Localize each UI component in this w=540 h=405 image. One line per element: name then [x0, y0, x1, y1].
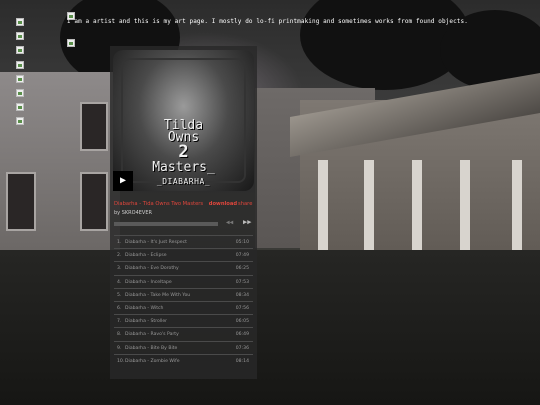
track-title: Diabarha - Inceltape — [125, 279, 172, 285]
sidebar-nav — [16, 18, 26, 132]
download-link[interactable]: download — [209, 201, 237, 207]
background-photo — [0, 0, 540, 405]
artist-byline[interactable]: by SKRO4EVER — [114, 210, 152, 216]
album-title-link[interactable]: Diabarha - Tida Owns Two Masters — [114, 201, 203, 207]
track-number: 9. — [117, 345, 122, 351]
nav-link-icon[interactable] — [16, 88, 24, 97]
track-row[interactable]: 6. Diabarha - Witch 07:56 — [114, 300, 253, 314]
track-number: 10. — [117, 358, 125, 364]
track-row[interactable]: 8. Diabarha - Ravo's Party 06:49 — [114, 327, 253, 340]
track-number: 8. — [117, 332, 122, 338]
track-title: Diabarha - It's Just Respect — [125, 240, 187, 245]
track-duration: 06:05 — [235, 319, 249, 325]
track-duration: 08:14 — [235, 358, 249, 364]
broken-image-icon — [67, 39, 75, 47]
share-link[interactable]: share — [238, 201, 252, 207]
nav-link-icon[interactable] — [16, 18, 24, 26]
track-number: 3. — [117, 266, 122, 272]
art-text-line: 2 — [178, 142, 189, 162]
art-text-line: _DIABARHA_ — [156, 177, 211, 186]
track-row[interactable]: 7. Diabarha - Stroller 06:05 — [114, 314, 253, 327]
track-row[interactable]: 1. Diabarha - It's Just Respect 05:10 — [114, 235, 253, 248]
track-number: 5. — [117, 292, 122, 298]
track-row[interactable]: 9. Diabarha - Bite By Bite 07:36 — [114, 340, 253, 354]
art-text-line: Masters_ — [152, 160, 215, 175]
play-icon[interactable]: ▶ — [113, 171, 133, 191]
track-number: 6. — [117, 305, 122, 311]
track-number: 4. — [117, 279, 122, 285]
next-track-icon[interactable]: ▶▶ — [243, 218, 251, 226]
album-art[interactable]: Tilda Owns 2 Masters_ _DIABARHA_ — [113, 50, 254, 191]
nav-link-icon[interactable] — [16, 46, 24, 55]
track-row[interactable]: 4. Diabarha - Inceltape 07:53 — [114, 274, 253, 288]
nav-link-icon[interactable] — [16, 32, 24, 41]
bandcamp-player: Tilda Owns 2 Masters_ _DIABARHA_ ▶ Diaba… — [110, 46, 257, 379]
track-number: 2. — [117, 253, 122, 259]
track-row[interactable]: 3. Diabarha - Eve Dorothy 06:25 — [114, 261, 253, 274]
track-title: Diabarha - Eve Dorothy — [125, 266, 179, 272]
track-duration: 07:49 — [235, 253, 249, 259]
track-title: Diabarha - Ravo's Party — [125, 332, 179, 338]
track-title: Diabarha - Witch — [125, 305, 164, 311]
track-duration: 07:36 — [235, 345, 249, 351]
progress-bar[interactable] — [114, 222, 218, 226]
track-duration: 05:10 — [235, 240, 249, 245]
track-row[interactable]: 10. Diabarha - Zombie Wife 08:14 — [114, 353, 253, 367]
track-duration: 06:25 — [235, 266, 249, 272]
track-duration: 06:49 — [235, 332, 249, 338]
track-title: Diabarha - Bite By Bite — [125, 345, 178, 351]
track-row[interactable]: 2. Diabarha - Eclipse 07:49 — [114, 248, 253, 261]
nav-link-icon[interactable] — [16, 60, 24, 69]
album-line: Diabarha - Tida Owns Two Masters downloa… — [114, 201, 237, 207]
track-title: Diabarha - Zombie Wife — [125, 358, 180, 364]
track-number: 1. — [117, 240, 122, 245]
track-duration: 08:34 — [235, 292, 249, 298]
track-list: 1. Diabarha - It's Just Respect 05:10 2. Dia… — [114, 235, 253, 367]
prev-track-icon[interactable]: ◀◀ — [226, 219, 233, 226]
track-row[interactable]: 5. Diabarha - Take Me With You 08:34 — [114, 287, 253, 301]
track-title: Diabarha - Eclipse — [125, 253, 167, 259]
nav-link-icon[interactable] — [16, 74, 24, 83]
nav-link-icon[interactable] — [16, 103, 24, 112]
track-title: Diabarha - Take Me With You — [125, 292, 191, 298]
track-duration: 07:53 — [235, 279, 249, 285]
ground — [0, 250, 540, 405]
nav-link-icon[interactable] — [16, 117, 24, 126]
track-duration: 07:56 — [235, 305, 249, 311]
track-title: Diabarha - Stroller — [125, 319, 168, 325]
bio-text: I am a artist and this is my art page. I… — [67, 18, 468, 25]
track-number: 7. — [117, 319, 122, 325]
